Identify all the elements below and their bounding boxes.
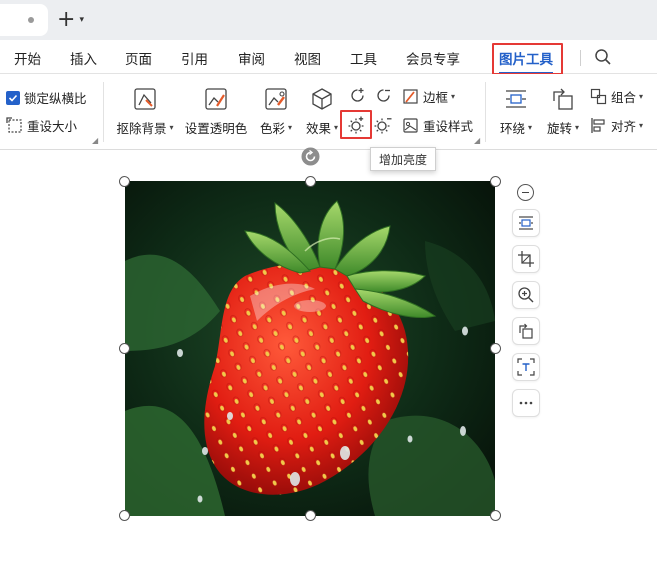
color-button[interactable]: 色彩 ▾ [256,86,296,137]
align-icon [591,118,605,133]
reset-style-button[interactable]: 重设样式 [402,116,473,135]
reset-style-label: 重设样式 [423,119,474,134]
chevron-down-icon[interactable]: ▾ [288,123,292,132]
chevron-down-icon[interactable]: ▾ [575,123,579,132]
group-icon [590,88,607,105]
resize-handle-bottom-left[interactable] [119,510,130,521]
tab-review[interactable]: 审阅 [238,48,265,68]
collapse-icon[interactable] [517,184,534,201]
rotate-icon[interactable] [512,317,540,345]
resize-handle-top-left[interactable] [119,176,130,187]
border-button[interactable]: 边框 ▾ [402,87,455,106]
chevron-down-icon[interactable]: ▾ [79,15,84,25]
strawberry-photo [125,181,495,516]
border-label: 边框 [423,90,449,105]
resize-handle-top[interactable] [305,176,316,187]
tab-references[interactable]: 引用 [181,48,208,68]
divider [580,50,581,66]
tab-tools[interactable]: 工具 [350,48,377,68]
decrease-brightness-icon[interactable] [373,115,393,135]
wrap-text-icon[interactable] [512,209,540,237]
chevron-down-icon[interactable]: ▾ [451,92,455,101]
set-transparent-button[interactable]: 设置透明色 [184,86,248,137]
title-bar: + ▾ [0,0,657,40]
picture-tools-ribbon: 锁定纵横比 重设大小 ◢ 抠除背景 ▾ 设置透明色 色彩 ▾ 效果 ▾ 边框 ▾… [0,74,657,150]
increase-contrast-icon[interactable] [348,86,367,105]
resize-handle-right[interactable] [490,343,501,354]
close-dot-icon[interactable] [28,17,34,23]
wrap-text-label: 环绕 [499,121,525,136]
reset-style-icon [403,118,418,133]
text-extract-icon[interactable] [512,353,540,381]
tab-member[interactable]: 会员专享 [406,48,460,68]
reset-size-button[interactable]: 重设大小 [6,116,77,135]
border-icon [403,89,418,104]
tab-insert[interactable]: 插入 [70,48,97,68]
group-label: 组合 [611,90,637,105]
set-transparent-icon [205,88,227,110]
strawberry-image[interactable] [125,181,495,516]
effects-button[interactable]: 效果 ▾ [302,86,342,137]
menu-bar: 开始 插入 页面 引用 审阅 视图 工具 会员专享 图片工具 [0,40,657,75]
chevron-down-icon[interactable]: ▾ [170,123,174,132]
plus-icon: + [57,7,76,32]
wrap-text-icon [506,90,526,108]
lock-ratio-label: 锁定纵横比 [24,91,87,106]
resize-handle-bottom[interactable] [305,510,316,521]
lock-ratio-checkbox[interactable]: 锁定纵横比 [6,88,87,107]
resize-handle-bottom-right[interactable] [490,510,501,521]
color-icon [265,88,287,110]
reset-size-icon [6,117,22,133]
increase-brightness-icon[interactable] [346,115,366,135]
style-dialog-launcher-icon[interactable]: ◢ [474,136,480,145]
highlight-box [492,43,563,75]
chevron-down-icon[interactable]: ▾ [528,123,532,132]
more-icon[interactable] [512,389,540,417]
rotate-handle-icon[interactable] [301,147,320,166]
color-label: 色彩 [259,121,285,136]
tab-home[interactable]: 开始 [14,48,41,68]
chevron-down-icon[interactable]: ▾ [639,121,643,130]
rotate-label: 旋转 [546,121,572,136]
effects-cube-icon [312,88,332,110]
rotate-button[interactable]: 旋转 ▾ [543,86,583,137]
search-icon[interactable] [594,48,612,66]
rotate-icon [553,88,573,110]
chevron-down-icon[interactable]: ▾ [334,123,338,132]
resize-handle-top-right[interactable] [490,176,501,187]
crop-icon[interactable] [512,245,540,273]
reset-size-label: 重设大小 [27,119,78,134]
size-dialog-launcher-icon[interactable]: ◢ [92,136,98,145]
checkbox-checked-icon [6,90,20,105]
chevron-down-icon[interactable]: ▾ [639,92,643,101]
document-tab[interactable] [0,4,48,36]
effects-label: 效果 [305,121,331,136]
remove-background-icon [134,88,156,110]
wrap-text-button[interactable]: 环绕 ▾ [495,86,537,137]
group-button[interactable]: 组合 ▾ [590,87,643,106]
divider [103,82,104,142]
resize-handle-left[interactable] [119,343,130,354]
remove-background-button[interactable]: 抠除背景 ▾ [114,86,176,137]
brightness-tooltip: 增加亮度 [370,147,436,171]
zoom-in-icon[interactable] [512,281,540,309]
align-button[interactable]: 对齐 ▾ [590,116,643,135]
tab-page[interactable]: 页面 [125,48,152,68]
remove-background-label: 抠除背景 [116,121,167,136]
set-transparent-label: 设置透明色 [184,121,248,136]
tab-view[interactable]: 视图 [294,48,321,68]
divider [485,82,486,142]
tooltip-text: 增加亮度 [378,152,427,167]
align-label: 对齐 [611,119,637,134]
new-tab-button[interactable]: + ▾ [57,9,84,31]
decrease-contrast-icon[interactable] [374,86,393,105]
